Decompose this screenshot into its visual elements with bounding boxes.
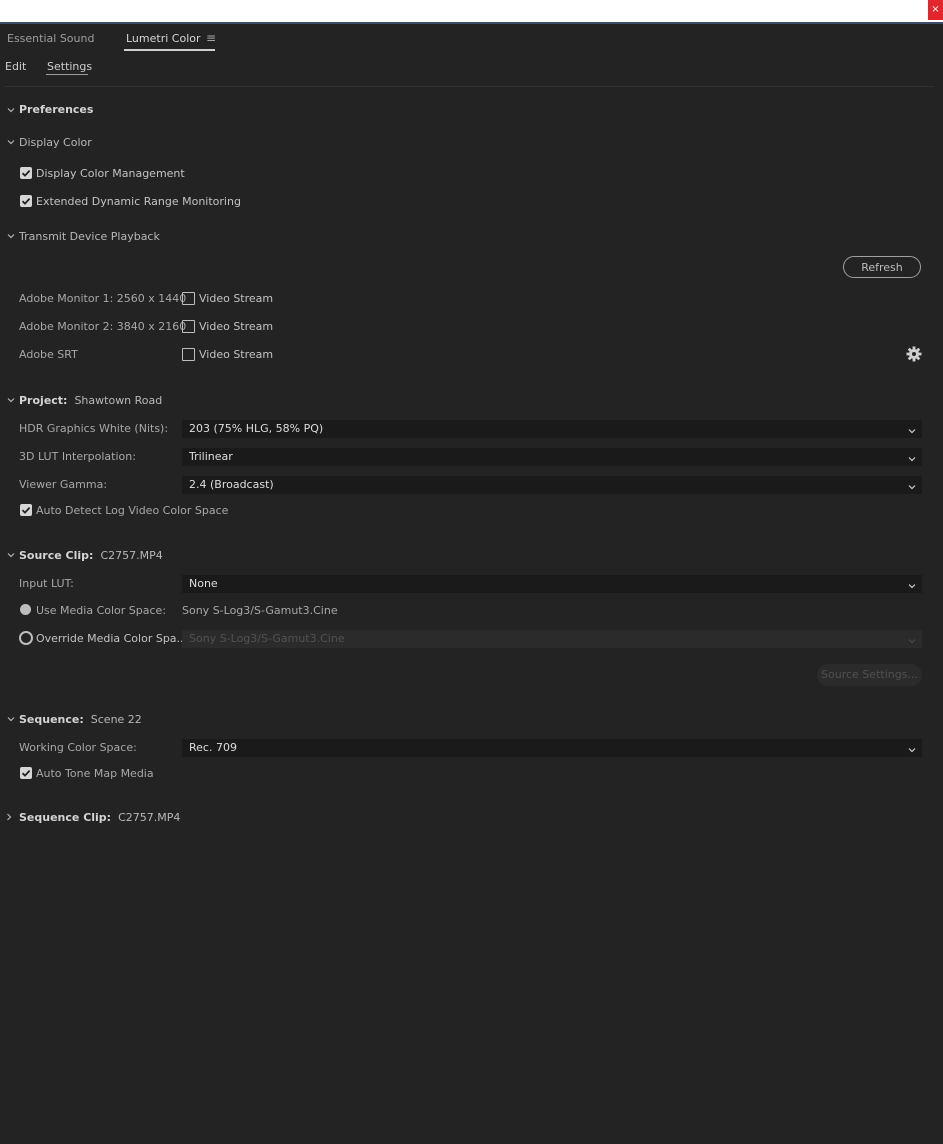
viewer-gamma-select[interactable]: 2.4 (Broadcast) [182, 476, 922, 494]
use-media-color-space-value: Sony S-Log3/S-Gamut3.Cine [182, 604, 338, 617]
sequence-title: Sequence: [19, 713, 84, 726]
use-media-color-space-label: Use Media Color Space: [36, 604, 167, 617]
hdr-graphics-white-value: 203 (75% HLG, 58% PQ) [189, 422, 324, 435]
working-color-space-select[interactable]: Rec. 709 [182, 739, 922, 757]
chevron-down-icon[interactable] [6, 105, 16, 115]
chevron-down-icon[interactable] [6, 231, 16, 241]
video-stream-label: Video Stream [199, 292, 274, 305]
auto-tone-map-label: Auto Tone Map Media [36, 767, 154, 780]
project-name: Shawtown Road [74, 394, 163, 407]
window-title-bar [0, 0, 943, 22]
preferences-header[interactable]: Preferences [19, 103, 93, 116]
source-clip-name: C2757.MP4 [100, 549, 163, 562]
override-media-color-space-select[interactable]: Sony S-Log3/S-Gamut3.Cine [182, 630, 922, 648]
override-media-color-space-value: Sony S-Log3/S-Gamut3.Cine [189, 632, 345, 645]
working-color-space-value: Rec. 709 [189, 741, 237, 754]
device-name: Adobe Monitor 2: 3840 x 2160 [19, 320, 187, 333]
viewer-gamma-label: Viewer Gamma: [19, 478, 108, 491]
device-name: Adobe SRT [19, 348, 78, 361]
tab-lumetri-color[interactable]: Lumetri Color [126, 32, 201, 45]
display-color-management-checkbox[interactable] [20, 167, 32, 179]
input-lut-label: Input LUT: [19, 577, 74, 590]
chevron-down-icon [907, 634, 917, 644]
lut-interpolation-select[interactable]: Trilinear [182, 448, 922, 466]
sequence-clip-name: C2757.MP4 [118, 811, 181, 824]
close-window-button[interactable]: × [928, 0, 943, 20]
override-media-color-space-label: Override Media Color Spa... [36, 632, 188, 645]
extended-dynamic-range-label: Extended Dynamic Range Monitoring [36, 195, 241, 208]
input-lut-select[interactable]: None [182, 575, 922, 593]
gear-icon[interactable] [906, 346, 922, 362]
refresh-button[interactable]: Refresh [843, 256, 921, 278]
chevron-right-icon[interactable] [4, 812, 14, 822]
video-stream-checkbox[interactable] [182, 348, 195, 361]
sequence-header[interactable]: Sequence: Scene 22 [19, 713, 142, 726]
chevron-down-icon [907, 424, 917, 434]
source-settings-button[interactable]: Source Settings... [817, 664, 922, 686]
display-color-header[interactable]: Display Color [19, 136, 92, 149]
chevron-down-icon [907, 579, 917, 589]
auto-tone-map-checkbox[interactable] [20, 767, 32, 779]
project-header[interactable]: Project: Shawtown Road [19, 394, 162, 407]
tab-essential-sound[interactable]: Essential Sound [7, 32, 94, 45]
hdr-graphics-white-label: HDR Graphics White (Nits): [19, 422, 169, 435]
chevron-down-icon[interactable] [6, 395, 16, 405]
hdr-graphics-white-select[interactable]: 203 (75% HLG, 58% PQ) [182, 420, 922, 438]
source-clip-title: Source Clip: [19, 549, 94, 562]
lut-interpolation-value: Trilinear [189, 450, 233, 463]
video-stream-checkbox[interactable] [182, 320, 195, 333]
chevron-down-icon [907, 743, 917, 753]
input-lut-value: None [189, 577, 218, 590]
auto-detect-log-checkbox[interactable] [20, 504, 32, 516]
lut-interpolation-label: 3D LUT Interpolation: [19, 450, 136, 463]
override-media-color-space-radio[interactable] [19, 631, 33, 645]
source-clip-header[interactable]: Source Clip: C2757.MP4 [19, 549, 163, 562]
device-name: Adobe Monitor 1: 2560 x 1440 [19, 292, 187, 305]
display-color-management-label: Display Color Management [36, 167, 185, 180]
subtab-edit[interactable]: Edit [5, 60, 26, 73]
chevron-down-icon [907, 452, 917, 462]
extended-dynamic-range-checkbox[interactable] [20, 195, 32, 207]
panel-menu-icon[interactable]: ≡ [206, 31, 216, 45]
subtab-settings[interactable]: Settings [47, 60, 92, 73]
sequence-clip-title: Sequence Clip: [19, 811, 112, 824]
subtab-settings-underline [46, 74, 88, 75]
chevron-down-icon[interactable] [6, 137, 16, 147]
use-media-color-space-radio[interactable] [20, 604, 31, 615]
preferences-title: Preferences [19, 103, 94, 116]
working-color-space-label: Working Color Space: [19, 741, 137, 754]
chevron-down-icon[interactable] [6, 714, 16, 724]
transmit-device-header[interactable]: Transmit Device Playback [19, 230, 160, 243]
auto-detect-log-label: Auto Detect Log Video Color Space [36, 504, 229, 517]
chevron-down-icon [907, 480, 917, 490]
sequence-name: Scene 22 [90, 713, 142, 726]
video-stream-label: Video Stream [199, 348, 274, 361]
title-bar-accent-line [0, 22, 943, 24]
active-tab-underline [124, 49, 215, 51]
chevron-down-icon[interactable] [6, 550, 16, 560]
video-stream-label: Video Stream [199, 320, 274, 333]
header-divider [4, 86, 934, 87]
project-title: Project: [19, 394, 68, 407]
viewer-gamma-value: 2.4 (Broadcast) [189, 478, 274, 491]
video-stream-checkbox[interactable] [182, 292, 195, 305]
sequence-clip-header[interactable]: Sequence Clip: C2757.MP4 [19, 811, 180, 824]
